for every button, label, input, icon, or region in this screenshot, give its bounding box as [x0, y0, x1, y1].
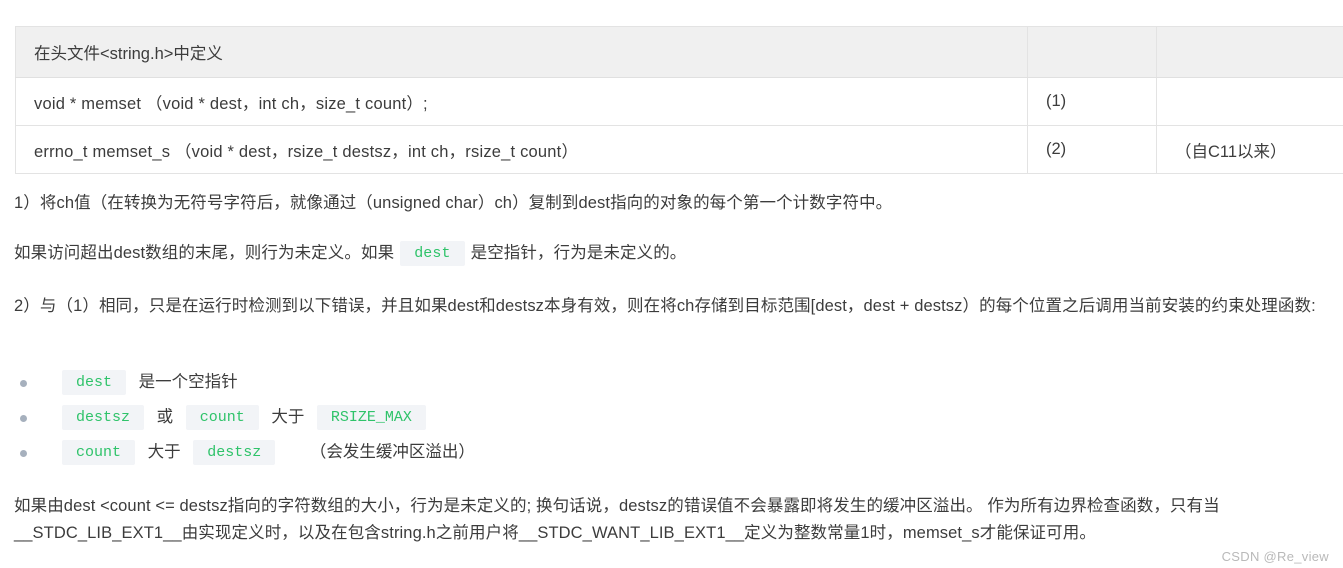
table-row: void * memset （void * dest，int ch，size_t… [15, 77, 1343, 126]
header-cell-title: 在头文件<string.h>中定义 [15, 26, 1028, 78]
list-item-text: 或 [156, 408, 174, 427]
header-cell-note [1156, 26, 1343, 78]
signature-note-1 [1156, 77, 1343, 126]
list-item: count 大于 destsz （会发生缓冲区溢出） [14, 435, 914, 470]
list-item: destsz 或 count 大于 RSIZE_MAX [14, 400, 914, 435]
constraint-list: dest 是一个空指针 destsz 或 count 大于 RSIZE_MAX … [14, 365, 914, 470]
list-item: dest 是一个空指针 [14, 365, 914, 400]
code-chip-count: count [185, 405, 259, 431]
code-chip-dest: dest [62, 370, 127, 396]
paragraph-2-text-before: 如果访问超出dest数组的末尾，则行为未定义。如果 [14, 244, 395, 262]
signature-number-2: (2) [1027, 125, 1157, 174]
document-page: 在头文件<string.h>中定义 void * memset （void * … [0, 0, 1343, 568]
code-chip-count: count [62, 440, 136, 466]
list-item-text: 是一个空指针 [138, 373, 238, 392]
signature-note-2: （自C11以来） [1156, 125, 1343, 174]
list-item-text: 大于 [147, 443, 181, 462]
paragraph-4: 如果由dest <count <= destsz指向的字符数组的大小，行为是未定… [14, 497, 1220, 542]
bullet-dot-icon [20, 415, 27, 422]
list-item-tail: （会发生缓冲区溢出） [309, 443, 475, 462]
paragraph-2-text-after: 是空指针，行为是未定义的。 [470, 244, 687, 262]
function-signature-table: 在头文件<string.h>中定义 void * memset （void * … [15, 26, 1343, 174]
table-header-row: 在头文件<string.h>中定义 [15, 26, 1343, 78]
code-chip-rsize-max: RSIZE_MAX [316, 405, 426, 431]
bullet-dot-icon [20, 450, 27, 457]
csdn-watermark: CSDN @Re_view [1221, 549, 1329, 564]
signature-number-1: (1) [1027, 77, 1157, 126]
paragraph-1: 1）将ch值（在转换为无符号字符后，就像通过（unsigned char）ch）… [14, 194, 893, 212]
code-chip-dest: dest [400, 241, 465, 267]
signature-memset-s: errno_t memset_s （void * dest，rsize_t de… [15, 125, 1028, 174]
paragraph-3: 2）与（1）相同，只是在运行时检测到以下错误，并且如果dest和destsz本身… [14, 297, 1316, 315]
header-cell-number [1027, 26, 1157, 78]
table-row: errno_t memset_s （void * dest，rsize_t de… [15, 125, 1343, 174]
bullet-dot-icon [20, 380, 27, 387]
signature-memset: void * memset （void * dest，int ch，size_t… [15, 77, 1028, 126]
list-item-text: 大于 [271, 408, 305, 427]
paragraph-2: 如果访问超出dest数组的末尾，则行为未定义。如果 dest 是空指针，行为是未定义… [14, 240, 1324, 267]
code-chip-destsz: destsz [62, 405, 145, 431]
code-chip-destsz: destsz [193, 440, 276, 466]
